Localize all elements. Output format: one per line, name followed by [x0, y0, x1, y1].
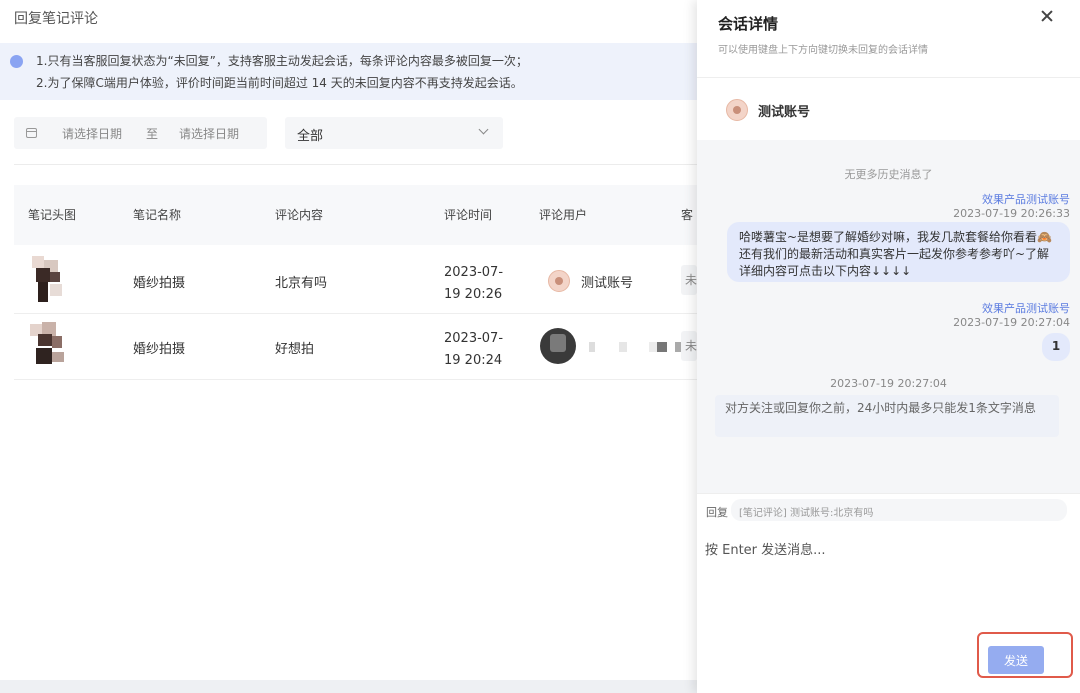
- comment-time: 2023-07- 19 20:26: [444, 262, 503, 306]
- column-header-note-name: 笔记名称: [133, 208, 182, 222]
- column-header-status: 客: [681, 208, 694, 222]
- reply-status-text: 未: [685, 339, 698, 353]
- comment-time-clock: 19 20:24: [444, 353, 503, 368]
- send-button-highlight: 发送: [977, 632, 1073, 678]
- user-name: 测试账号: [581, 276, 634, 291]
- no-more-history: 无更多历史消息了: [844, 168, 933, 181]
- notice-line-1: 1.只有当客服回复状态为“未回复”，支持客服主动发起会话，每条评论内容最多被回复…: [36, 54, 528, 68]
- drawer-subtitle: 可以使用键盘上下方向键切换未回复的会话详情: [718, 45, 928, 56]
- notice-line-2: 2.为了保障C端用户体验，评价时间距当前时间超过 14 天的未回复内容不再支持发…: [36, 76, 523, 90]
- user-avatar: [548, 270, 570, 292]
- drawer-title: 会话详情: [718, 15, 779, 33]
- column-header-time: 评论时间: [444, 208, 493, 222]
- reply-status-badge: 未: [681, 331, 697, 361]
- table-row[interactable]: 婚纱拍摄 北京有吗 2023-07- 19 20:26 测试账号 未: [14, 248, 697, 314]
- comment-time-clock: 19 20:26: [444, 287, 503, 302]
- reply-quote: [笔记评论] 测试账号:北京有吗: [731, 499, 1067, 521]
- reply-status-badge: 未: [681, 265, 697, 295]
- account-name: 测试账号: [758, 105, 811, 120]
- comment-time-date: 2023-07-: [444, 265, 504, 280]
- comment-time: 2023-07- 19 20:24: [444, 328, 503, 372]
- date-separator: 至: [146, 127, 159, 141]
- info-icon: [10, 55, 23, 68]
- system-message: 对方关注或回复你之前，24小时内最多只能发1条文字消息: [715, 395, 1059, 437]
- note-name: 婚纱拍摄: [133, 276, 186, 291]
- comment-time-date: 2023-07-: [444, 331, 504, 346]
- message-time: 2023-07-19 20:27:04: [953, 316, 1070, 329]
- message-bubble: 哈喽薯宝~是想要了解婚纱对嘛，我发几款套餐给你看看🙈还有我们的最新活动和真实客片…: [727, 222, 1070, 282]
- column-header-user: 评论用户: [539, 208, 588, 222]
- close-icon[interactable]: [1037, 5, 1059, 27]
- chevron-down-icon: [478, 124, 489, 135]
- table-header: 笔记头图 笔记名称 评论内容 评论时间 评论用户 客: [14, 185, 697, 245]
- column-header-note-image: 笔记头图: [28, 208, 77, 222]
- system-time: 2023-07-19 20:27:04: [830, 377, 947, 390]
- comment-content: 北京有吗: [275, 276, 328, 291]
- calendar-icon: [26, 128, 37, 138]
- account-avatar: [726, 99, 748, 121]
- account-header: 测试账号: [697, 78, 1080, 140]
- page-title: 回复笔记评论: [14, 11, 98, 27]
- reply-label: 回复: [706, 506, 728, 519]
- date-range-picker[interactable]: 请选择日期 至 请选择日期: [14, 117, 267, 149]
- conversation-drawer: 会话详情 可以使用键盘上下方向键切换未回复的会话详情 测试账号 无更多历史消息了…: [697, 0, 1080, 693]
- status-select[interactable]: 全部: [285, 117, 503, 149]
- notice-banner: 1.只有当客服回复状态为“未回复”，支持客服主动发起会话，每条评论内容最多被回复…: [0, 43, 697, 100]
- note-thumbnail: [28, 256, 68, 304]
- user-name-redacted: [589, 342, 689, 352]
- message-sender: 效果产品测试账号: [982, 193, 1070, 206]
- note-name: 婚纱拍摄: [133, 342, 186, 357]
- reply-status-text: 未: [685, 273, 698, 287]
- status-select-value: 全部: [297, 129, 324, 144]
- message-bubble: 1: [1042, 333, 1070, 361]
- date-start-input[interactable]: 请选择日期: [62, 125, 122, 142]
- send-button[interactable]: 发送: [988, 646, 1044, 674]
- date-end-input[interactable]: 请选择日期: [179, 125, 239, 142]
- user-avatar: [540, 328, 576, 364]
- note-thumbnail: [28, 322, 68, 370]
- chat-history[interactable]: 无更多历史消息了 效果产品测试账号 2023-07-19 20:26:33 哈喽…: [697, 140, 1080, 493]
- reply-quote-bar: 回复 [笔记评论] 测试账号:北京有吗: [697, 493, 1080, 527]
- message-sender: 效果产品测试账号: [982, 302, 1070, 315]
- main-page: 回复笔记评论 1.只有当客服回复状态为“未回复”，支持客服主动发起会话，每条评论…: [0, 0, 697, 693]
- comment-content: 好想拍: [275, 342, 315, 357]
- column-header-comment: 评论内容: [275, 208, 324, 222]
- divider: [14, 164, 697, 165]
- table-row[interactable]: 婚纱拍摄 好想拍 2023-07- 19 20:24 未: [14, 314, 697, 380]
- message-time: 2023-07-19 20:26:33: [953, 207, 1070, 220]
